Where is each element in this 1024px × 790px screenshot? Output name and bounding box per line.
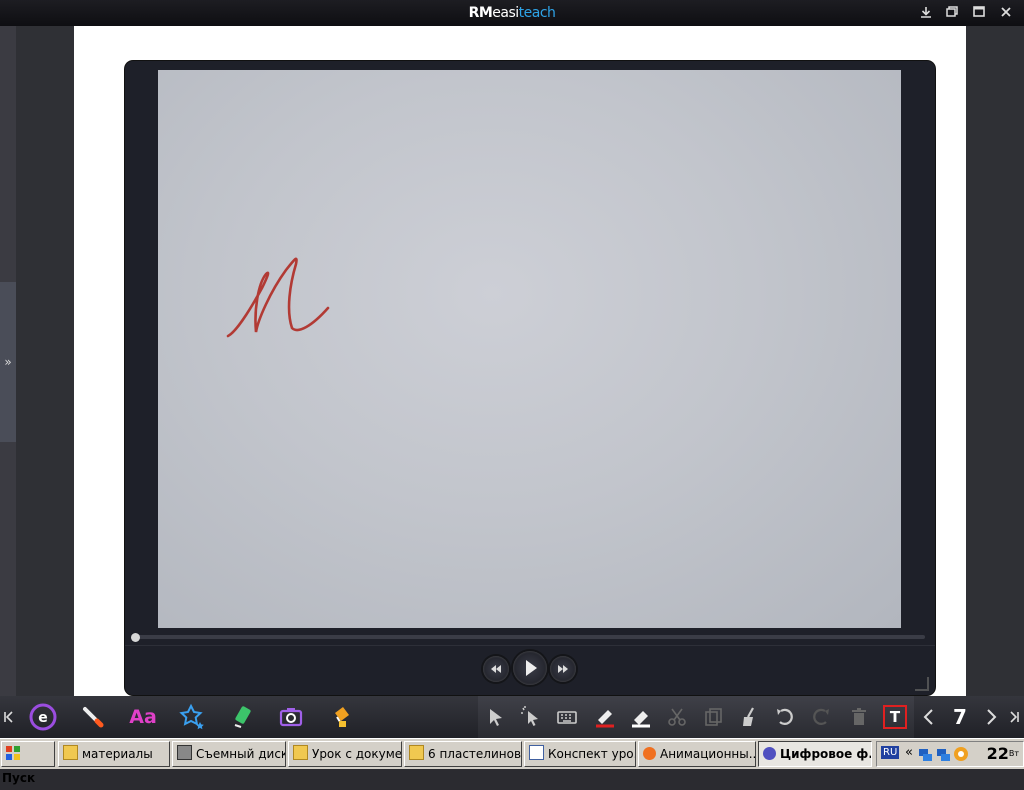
left-margin (16, 26, 74, 696)
fast-forward-button[interactable] (550, 656, 576, 682)
handwritten-letter (226, 257, 330, 338)
text-tool-icon[interactable]: T (878, 700, 912, 734)
camera-icon[interactable] (274, 700, 308, 734)
resize-grip-icon[interactable] (915, 677, 929, 691)
antivirus-icon[interactable] (953, 746, 969, 762)
rewind-icon (491, 665, 501, 673)
maximize-icon[interactable] (971, 5, 987, 21)
restore-icon[interactable] (944, 5, 960, 21)
play-button[interactable] (513, 651, 547, 685)
easiteach-logo-icon[interactable]: e (26, 700, 60, 734)
redo-icon[interactable] (804, 700, 838, 734)
easiteach-icon (763, 747, 776, 760)
task-lesson-doc[interactable]: Урок с докуме... (288, 741, 402, 767)
expand-tray-icon[interactable]: « (905, 745, 913, 760)
star-icon[interactable] (176, 700, 210, 734)
select-arrow-icon[interactable] (478, 700, 512, 734)
broom-icon[interactable] (732, 700, 766, 734)
highlighter-icon[interactable] (226, 700, 260, 734)
trash-icon[interactable] (842, 700, 876, 734)
right-margin (966, 26, 1024, 696)
close-icon[interactable] (998, 5, 1014, 21)
player-controls (125, 645, 935, 696)
clock[interactable]: 22Вт (987, 742, 1019, 766)
scissors-icon[interactable] (660, 700, 694, 734)
task-removable-disk[interactable]: Съемный диск... (172, 741, 286, 767)
undo-icon[interactable] (768, 700, 802, 734)
collapse-toolbar-icon[interactable] (0, 700, 16, 734)
keyboard-icon[interactable] (550, 700, 584, 734)
folder-icon (409, 745, 424, 760)
system-tray: RU « 22Вт (876, 741, 1024, 767)
pen-icon[interactable] (588, 700, 622, 734)
windows-taskbar: Пуск материалы Съемный диск... Урок с до… (0, 738, 1024, 785)
title-bar: RMeasiteach (0, 0, 1024, 26)
fast-forward-icon (558, 665, 568, 673)
copy-icon[interactable] (696, 700, 730, 734)
network-icon[interactable] (917, 746, 933, 762)
windows-logo-icon (6, 746, 20, 760)
app-title: RMeasiteach (468, 5, 556, 21)
start-button[interactable]: Пуск (1, 741, 55, 785)
brush-icon[interactable] (76, 700, 110, 734)
task-lesson-notes[interactable]: Конспект уро... (524, 741, 636, 767)
network-icon[interactable] (935, 746, 951, 762)
side-panel-toggle[interactable]: » (0, 282, 16, 442)
task-digital-easiteach[interactable]: Цифровое ф... (758, 741, 872, 767)
rewind-button[interactable] (483, 656, 509, 682)
firefox-icon (643, 747, 656, 760)
folder-icon (293, 745, 308, 760)
page-number[interactable]: 7 (948, 705, 972, 729)
easiteach-toolbar: e Aa T (0, 696, 1024, 738)
magic-select-icon[interactable] (514, 700, 548, 734)
language-indicator[interactable]: RU (881, 746, 900, 759)
folder-icon (63, 745, 78, 760)
svg-text:e: e (38, 710, 48, 726)
next-page-icon[interactable] (976, 700, 1006, 734)
task-folder-materials[interactable]: материалы (58, 741, 170, 767)
video-frame[interactable] (158, 70, 901, 628)
seek-handle[interactable] (131, 633, 140, 642)
seek-bar[interactable] (135, 635, 925, 639)
drive-icon (177, 745, 192, 760)
prev-page-icon[interactable] (914, 700, 944, 734)
document-icon (529, 745, 544, 760)
task-plasticine[interactable]: 6 пластелинов... (404, 741, 522, 767)
fill-bucket-icon[interactable] (324, 700, 358, 734)
task-animation-firefox[interactable]: Анимационны... (638, 741, 756, 767)
play-icon (526, 660, 537, 676)
eraser-icon[interactable] (624, 700, 658, 734)
end-icon[interactable] (1006, 700, 1024, 734)
text-aa-icon[interactable]: Aa (126, 700, 160, 734)
download-icon[interactable] (918, 5, 934, 21)
media-player (125, 61, 935, 695)
